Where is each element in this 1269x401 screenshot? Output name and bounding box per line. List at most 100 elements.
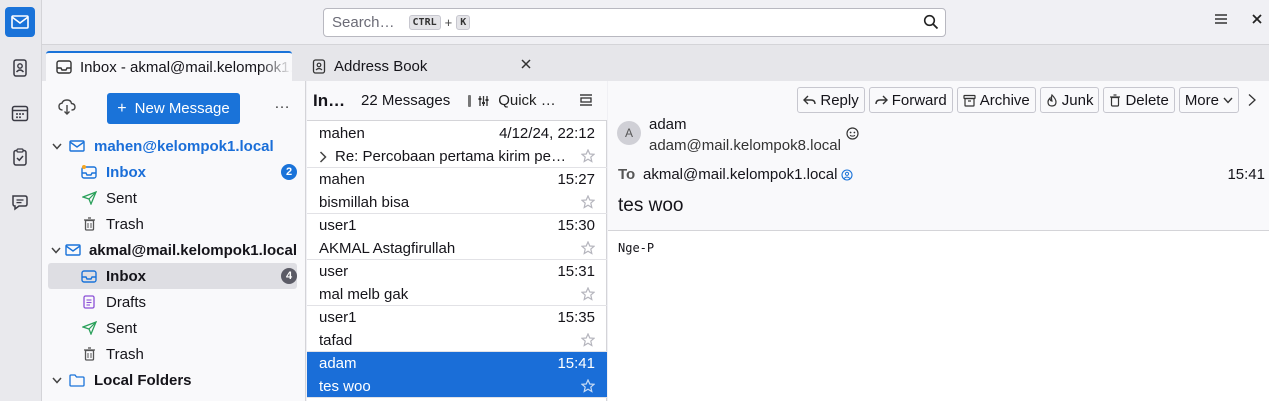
folder-sent[interactable]: Sent xyxy=(48,185,297,211)
reply-button[interactable]: Reply xyxy=(797,87,865,113)
folder-pane-more-button[interactable]: … xyxy=(274,95,290,113)
message-date: 15:30 xyxy=(557,217,595,234)
header-overflow-icon[interactable] xyxy=(1243,87,1261,113)
star-icon[interactable] xyxy=(580,148,596,167)
tab-inbox[interactable]: Inbox - akmal@mail.kelompok1.local xyxy=(46,51,292,81)
sent-icon xyxy=(78,191,100,205)
new-message-label: New Message xyxy=(134,100,230,117)
archive-button[interactable]: Archive xyxy=(956,87,1036,113)
chevron-down-icon xyxy=(1223,97,1233,104)
archive-label: Archive xyxy=(979,91,1030,109)
recipient[interactable]: akmal@mail.kelompok1.local xyxy=(643,166,854,183)
folder-trash[interactable]: Trash xyxy=(48,211,297,237)
window-close-icon[interactable] xyxy=(1250,12,1264,31)
shortcut-key-k: K xyxy=(456,15,471,30)
quick-filter-label: Quick … xyxy=(498,92,556,109)
star-icon[interactable] xyxy=(580,194,596,213)
tasks-space-icon[interactable] xyxy=(5,142,35,172)
account-name: Local Folders xyxy=(94,371,192,389)
delete-button[interactable]: Delete xyxy=(1103,87,1175,113)
star-icon[interactable] xyxy=(580,332,596,351)
message-count: 22 Messages xyxy=(361,92,451,109)
account-row[interactable]: akmal@mail.kelompok1.local xyxy=(48,237,297,263)
address-book-space-icon[interactable] xyxy=(5,53,35,83)
shortcut-plus: + xyxy=(444,15,453,30)
star-icon[interactable] xyxy=(580,240,596,259)
folder-label: Inbox xyxy=(106,267,146,285)
delete-label: Delete xyxy=(1125,91,1169,109)
new-message-button[interactable]: + New Message xyxy=(107,93,240,124)
forward-button[interactable]: Forward xyxy=(868,87,953,113)
message-row[interactable]: user1 15:30 AKMAL Astagfirullah xyxy=(307,214,607,260)
folder-label: Trash xyxy=(106,215,144,233)
mail-space-icon[interactable] xyxy=(5,7,35,37)
message-subject: bismillah bisa xyxy=(319,194,410,211)
reply-icon xyxy=(803,94,817,106)
search-placeholder: Search… xyxy=(332,14,395,31)
folder-label: Drafts xyxy=(106,293,147,311)
search-icon[interactable] xyxy=(923,14,939,34)
trash-icon xyxy=(1109,93,1121,107)
chat-space-icon[interactable] xyxy=(5,187,35,217)
folder-icon xyxy=(66,373,88,387)
star-icon[interactable] xyxy=(580,286,596,305)
message-row[interactable]: user 15:31 mal melb gak xyxy=(307,260,607,306)
account-row[interactable]: mahen@kelompok1.local xyxy=(48,133,297,159)
display-options-icon[interactable] xyxy=(579,93,593,111)
message-reader-pane: Reply Forward Archive Junk Delete More A… xyxy=(608,81,1269,401)
address-book-icon xyxy=(312,58,326,74)
unread-count-badge: 4 xyxy=(281,268,297,284)
reply-label: Reply xyxy=(820,91,859,109)
contact-status-icon[interactable] xyxy=(846,127,859,145)
to-label: To xyxy=(618,166,636,183)
folder-inbox[interactable]: Inbox 4 xyxy=(48,263,297,289)
message-date: 15:31 xyxy=(557,263,595,280)
drafts-icon xyxy=(78,295,100,309)
message-row[interactable]: user1 15:35 tafad xyxy=(307,306,607,352)
forward-icon xyxy=(875,94,888,106)
message-row[interactable]: mahen 15:27 bismillah bisa xyxy=(307,168,607,214)
message-subject: tafad xyxy=(319,332,353,349)
tab-strip: Inbox - akmal@mail.kelompok1.local Addre… xyxy=(42,45,1269,81)
account-name: akmal@mail.kelompok1.local xyxy=(88,241,297,259)
global-search-input[interactable]: Search… CTRL + K xyxy=(323,8,946,37)
message-row-selected[interactable]: adam 15:41 tes woo xyxy=(307,352,607,398)
sender-email[interactable]: adam@mail.kelompok8.local xyxy=(649,137,841,154)
more-button[interactable]: More xyxy=(1178,87,1239,113)
message-list-pane: In… 22 Messages Quick … mahen 4/12/24, 2… xyxy=(307,81,607,401)
message-subject: AKMAL Astagfirullah xyxy=(319,240,456,257)
calendar-space-icon[interactable] xyxy=(5,98,35,128)
local-folders-row[interactable]: Local Folders xyxy=(48,367,297,393)
chevron-down-icon[interactable] xyxy=(48,377,66,384)
message-sender: user1 xyxy=(319,309,357,326)
junk-button[interactable]: Junk xyxy=(1039,87,1100,113)
close-tab-icon[interactable] xyxy=(520,57,532,74)
folder-inbox[interactable]: Inbox 2 xyxy=(48,159,297,185)
plus-icon: + xyxy=(117,99,127,117)
app-menu-icon[interactable] xyxy=(1214,12,1228,31)
folder-label: Sent xyxy=(106,189,137,207)
chevron-down-icon[interactable] xyxy=(48,247,64,254)
tab-label: Address Book xyxy=(334,57,428,75)
message-date: 15:27 xyxy=(557,171,595,188)
spaces-toolbar xyxy=(0,0,42,401)
folder-drafts[interactable]: Drafts xyxy=(48,289,297,315)
chevron-down-icon[interactable] xyxy=(48,143,66,150)
folder-pane: + New Message … mahen@kelompok1.local In… xyxy=(42,81,306,401)
shortcut-key-ctrl: CTRL xyxy=(408,15,441,30)
folder-label: Sent xyxy=(106,319,137,337)
trash-icon xyxy=(78,347,100,361)
message-header: Reply Forward Archive Junk Delete More A… xyxy=(608,81,1269,231)
message-row[interactable]: mahen 4/12/24, 22:12 Re: Percobaan perta… xyxy=(307,122,607,168)
folder-trash[interactable]: Trash xyxy=(48,341,297,367)
trash-icon xyxy=(78,217,100,231)
chevron-right-icon[interactable] xyxy=(319,150,327,167)
message-date: 15:35 xyxy=(557,309,595,326)
quick-filter-button[interactable]: Quick … xyxy=(468,92,556,109)
sender-name[interactable]: adam xyxy=(649,116,687,133)
thread-pane-header: In… 22 Messages Quick … xyxy=(307,81,607,121)
get-messages-icon[interactable] xyxy=(58,99,76,120)
folder-sent[interactable]: Sent xyxy=(48,315,297,341)
star-icon[interactable] xyxy=(580,378,596,397)
tab-address-book[interactable]: Address Book xyxy=(302,51,544,81)
